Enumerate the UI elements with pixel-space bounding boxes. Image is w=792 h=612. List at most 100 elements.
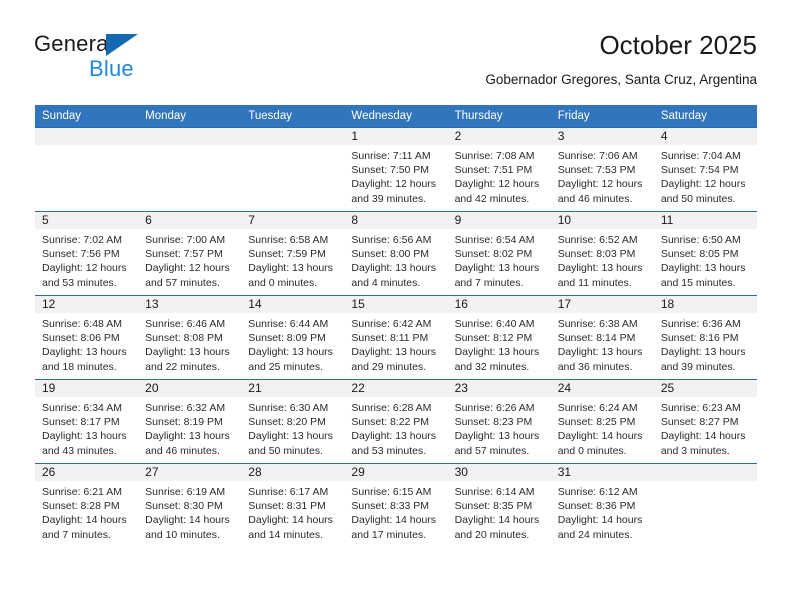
daylight-duration-cont: and 42 minutes. — [454, 192, 530, 205]
sunset-time: Sunset: 7:56 PM — [42, 248, 120, 261]
day-details: Sunrise: 7:08 AM Sunset: 7:51 PM Daylight:… — [448, 145, 551, 206]
day-number — [241, 128, 345, 145]
sunset-time: Sunset: 8:35 PM — [454, 500, 533, 513]
calendar-day-cell[interactable]: 7 Sunrise: 6:58 AM Sunset: 7:59 PM Daylight… — [241, 211, 345, 296]
day-details: Sunrise: 6:34 AM Sunset: 8:17 PM Daylight:… — [35, 397, 138, 458]
day-details: Sunrise: 6:48 AM Sunset: 8:06 PM Daylight:… — [35, 313, 138, 374]
day-details: Sunrise: 6:52 AM Sunset: 8:03 PM Daylight:… — [551, 229, 654, 290]
day-details: Sunrise: 7:04 AM Sunset: 7:54 PM Daylight:… — [654, 145, 757, 206]
calendar-day-cell[interactable]: 24 Sunrise: 6:24 AM Sunset: 8:25 PM Dayligh… — [550, 379, 654, 464]
sunrise-time: Sunrise: 6:42 AM — [351, 318, 432, 330]
sunrise-time: Sunrise: 6:23 AM — [660, 402, 741, 414]
daylight-duration-cont: and 10 minutes. — [145, 528, 220, 541]
day-details: Sunrise: 7:11 AM Sunset: 7:50 PM Daylight:… — [344, 145, 447, 206]
calendar-day-cell[interactable]: 28 Sunrise: 6:17 AM Sunset: 8:31 PM Dayligh… — [241, 463, 345, 547]
daylight-duration: Daylight: 12 hours — [351, 178, 437, 191]
day-number: 22 — [344, 380, 448, 397]
calendar-day-cell[interactable]: 22 Sunrise: 6:28 AM Sunset: 8:22 PM Dayligh… — [344, 379, 448, 464]
day-details: Sunrise: 6:40 AM Sunset: 8:12 PM Daylight:… — [448, 313, 551, 374]
daylight-duration-cont: and 46 minutes. — [145, 444, 220, 457]
daylight-duration: Daylight: 13 hours — [42, 346, 127, 359]
calendar-day-cell[interactable]: 20 Sunrise: 6:32 AM Sunset: 8:19 PM Dayligh… — [138, 379, 242, 464]
daylight-duration: Daylight: 13 hours — [454, 346, 540, 359]
calendar-day-cell[interactable]: 11 Sunrise: 6:50 AM Sunset: 8:05 PM Dayligh… — [653, 211, 757, 296]
daylight-duration: Daylight: 14 hours — [454, 514, 540, 527]
day-details: Sunrise: 7:06 AM Sunset: 7:53 PM Daylight:… — [551, 145, 654, 206]
sunrise-time: Sunrise: 6:48 AM — [42, 318, 122, 330]
calendar-day-cell[interactable]: 29 Sunrise: 6:15 AM Sunset: 8:33 PM Dayligh… — [344, 463, 448, 547]
calendar-day-cell[interactable]: 14 Sunrise: 6:44 AM Sunset: 8:09 PM Dayligh… — [241, 295, 345, 380]
day-details: Sunrise: 7:02 AM Sunset: 7:56 PM Daylight:… — [35, 229, 138, 290]
calendar-day-cell[interactable]: 5 Sunrise: 7:02 AM Sunset: 7:56 PM Daylight… — [35, 211, 139, 296]
calendar-day-cell[interactable]: 2 Sunrise: 7:08 AM Sunset: 7:51 PM Daylight… — [447, 127, 551, 212]
daylight-duration: Daylight: 12 hours — [42, 262, 127, 275]
day-number: 4 — [653, 128, 757, 145]
sunset-time: Sunset: 8:23 PM — [454, 416, 533, 429]
sunset-time: Sunset: 8:28 PM — [42, 500, 120, 513]
day-number — [35, 128, 139, 145]
daylight-duration-cont: and 15 minutes. — [660, 276, 736, 289]
daylight-duration-cont: and 57 minutes. — [145, 276, 220, 289]
day-number: 8 — [344, 212, 448, 229]
day-details: Sunrise: 6:44 AM Sunset: 8:09 PM Daylight:… — [241, 313, 344, 374]
calendar-day-cell[interactable]: 27 Sunrise: 6:19 AM Sunset: 8:30 PM Dayligh… — [138, 463, 242, 547]
calendar-day-cell[interactable]: 10 Sunrise: 6:52 AM Sunset: 8:03 PM Dayligh… — [550, 211, 654, 296]
day-number: 31 — [550, 464, 654, 481]
calendar-day-cell[interactable]: 30 Sunrise: 6:14 AM Sunset: 8:35 PM Dayligh… — [447, 463, 551, 547]
calendar-day-cell[interactable]: 18 Sunrise: 6:36 AM Sunset: 8:16 PM Dayligh… — [653, 295, 757, 380]
sunrise-time: Sunrise: 6:50 AM — [660, 234, 741, 246]
day-details: Sunrise: 6:17 AM Sunset: 8:31 PM Daylight:… — [241, 481, 344, 542]
day-number: 10 — [550, 212, 654, 229]
daylight-duration: Daylight: 14 hours — [557, 430, 643, 443]
sunset-time: Sunset: 8:31 PM — [248, 500, 326, 513]
daylight-duration: Daylight: 13 hours — [454, 262, 540, 275]
calendar-day-cell[interactable]: 15 Sunrise: 6:42 AM Sunset: 8:11 PM Dayligh… — [344, 295, 448, 380]
day-number: 24 — [550, 380, 654, 397]
calendar-empty-cell — [653, 463, 757, 547]
calendar-body: 1 Sunrise: 7:11 AM Sunset: 7:50 PM Daylight… — [35, 127, 757, 547]
day-details: Sunrise: 6:46 AM Sunset: 8:08 PM Daylight:… — [138, 313, 241, 374]
logo-text-general: General — [34, 31, 114, 56]
daylight-duration-cont: and 57 minutes. — [454, 444, 530, 457]
calendar-day-cell[interactable]: 4 Sunrise: 7:04 AM Sunset: 7:54 PM Daylight… — [653, 127, 757, 212]
daylight-duration-cont: and 0 minutes. — [248, 276, 318, 289]
weekday-header-wednesday: Wednesday — [344, 105, 448, 128]
day-details: Sunrise: 6:15 AM Sunset: 8:33 PM Daylight:… — [344, 481, 447, 542]
calendar-day-cell[interactable]: 6 Sunrise: 7:00 AM Sunset: 7:57 PM Daylight… — [138, 211, 242, 296]
daylight-duration-cont: and 0 minutes. — [557, 444, 627, 457]
calendar-day-cell[interactable]: 13 Sunrise: 6:46 AM Sunset: 8:08 PM Dayligh… — [138, 295, 242, 380]
sunrise-time: Sunrise: 6:12 AM — [557, 486, 638, 498]
sunrise-time: Sunrise: 6:54 AM — [454, 234, 535, 246]
sunrise-time: Sunrise: 6:17 AM — [248, 486, 329, 498]
day-number: 5 — [35, 212, 139, 229]
day-details: Sunrise: 6:24 AM Sunset: 8:25 PM Daylight:… — [551, 397, 654, 458]
calendar-day-cell[interactable]: 17 Sunrise: 6:38 AM Sunset: 8:14 PM Dayligh… — [550, 295, 654, 380]
sunset-time: Sunset: 7:59 PM — [248, 248, 326, 261]
sunrise-time: Sunrise: 6:26 AM — [454, 402, 535, 414]
calendar-day-cell[interactable]: 21 Sunrise: 6:30 AM Sunset: 8:20 PM Dayligh… — [241, 379, 345, 464]
daylight-duration: Daylight: 13 hours — [351, 430, 437, 443]
daylight-duration-cont: and 20 minutes. — [454, 528, 530, 541]
day-details: Sunrise: 7:00 AM Sunset: 7:57 PM Daylight:… — [138, 229, 241, 290]
day-number: 29 — [344, 464, 448, 481]
calendar-day-cell[interactable]: 26 Sunrise: 6:21 AM Sunset: 8:28 PM Dayligh… — [35, 463, 139, 547]
weekday-header-thursday: Thursday — [447, 105, 551, 128]
calendar-day-cell[interactable]: 19 Sunrise: 6:34 AM Sunset: 8:17 PM Dayligh… — [35, 379, 139, 464]
daylight-duration: Daylight: 14 hours — [248, 514, 333, 527]
calendar-day-cell[interactable]: 23 Sunrise: 6:26 AM Sunset: 8:23 PM Dayligh… — [447, 379, 551, 464]
day-details — [241, 145, 344, 149]
calendar-day-cell[interactable]: 9 Sunrise: 6:54 AM Sunset: 8:02 PM Daylight… — [447, 211, 551, 296]
calendar-day-cell[interactable]: 3 Sunrise: 7:06 AM Sunset: 7:53 PM Daylight… — [550, 127, 654, 212]
day-details: Sunrise: 6:56 AM Sunset: 8:00 PM Daylight:… — [344, 229, 447, 290]
sunrise-time: Sunrise: 6:58 AM — [248, 234, 329, 246]
calendar-day-cell[interactable]: 8 Sunrise: 6:56 AM Sunset: 8:00 PM Daylight… — [344, 211, 448, 296]
page-header: General Blue October 2025 Gobernador Gre… — [0, 0, 792, 100]
sunset-time: Sunset: 8:14 PM — [557, 332, 636, 345]
day-details: Sunrise: 6:19 AM Sunset: 8:30 PM Daylight:… — [138, 481, 241, 542]
calendar-day-cell[interactable]: 31 Sunrise: 6:12 AM Sunset: 8:36 PM Dayligh… — [550, 463, 654, 547]
calendar-day-cell[interactable]: 1 Sunrise: 7:11 AM Sunset: 7:50 PM Daylight… — [344, 127, 448, 212]
day-number: 13 — [138, 296, 242, 313]
calendar-day-cell[interactable]: 25 Sunrise: 6:23 AM Sunset: 8:27 PM Dayligh… — [653, 379, 757, 464]
calendar-day-cell[interactable]: 12 Sunrise: 6:48 AM Sunset: 8:06 PM Dayligh… — [35, 295, 139, 380]
calendar-day-cell[interactable]: 16 Sunrise: 6:40 AM Sunset: 8:12 PM Dayligh… — [447, 295, 551, 380]
